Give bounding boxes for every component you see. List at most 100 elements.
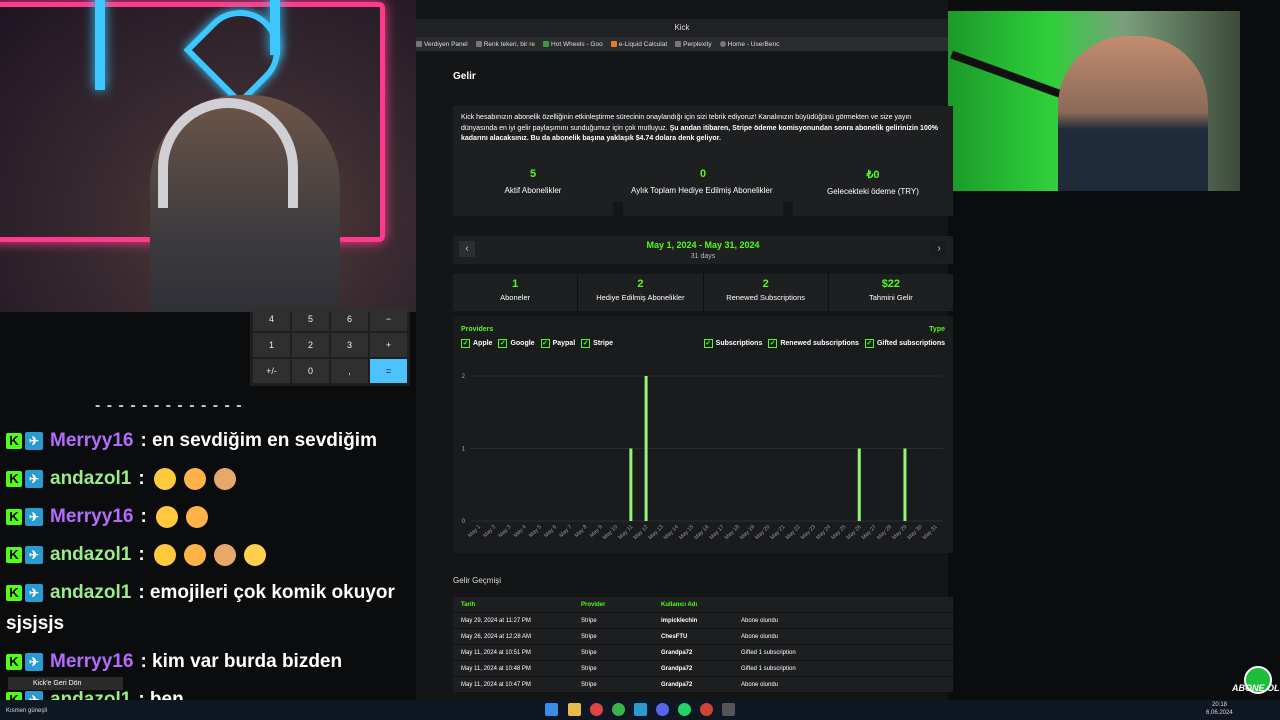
x-tick-label: May 26 (846, 524, 863, 541)
kpi-value: 2 (762, 278, 769, 290)
kpi-renewed: 2 Renewed Subscriptions (704, 274, 829, 311)
mic-arm (950, 50, 1066, 100)
whatsapp-icon[interactable] (678, 703, 691, 716)
bar[interactable] (629, 448, 633, 522)
bookmark[interactable]: e-Liquid Calculat (610, 40, 668, 48)
x-tick-label: May 1 (467, 524, 482, 539)
bookmark[interactable]: Home - UserBenc (719, 41, 779, 48)
prev-month-button[interactable]: ‹ (459, 241, 475, 257)
calculator-widget: 4 5 6− 1 2 3 + +/- 0, = (250, 307, 410, 386)
table-cell: May 11, 2024 at 10:48 PM (461, 665, 531, 672)
kick-badge-icon: K (6, 654, 22, 670)
stat-value: 5 (529, 168, 537, 180)
x-tick-label: May 21 (770, 524, 787, 541)
back-to-kick-tooltip[interactable]: Kick'e Geri Dön (8, 677, 123, 690)
calc-key[interactable]: = (370, 359, 407, 383)
bar[interactable] (857, 448, 861, 522)
bookmark-icon (719, 41, 726, 47)
x-tick-label: May 4 (513, 524, 528, 539)
bookmark[interactable]: Hot Wheels - Goo (543, 41, 603, 48)
x-tick-label: May 8 (574, 524, 589, 539)
watermark-text: ABONE OL (1232, 683, 1280, 693)
calc-key[interactable]: − (370, 307, 407, 331)
kick-badge-icon: K (6, 509, 22, 525)
table-cell: Grandpa72 (661, 681, 693, 688)
table-cell: May 11, 2024 at 10:51 PM (461, 649, 531, 656)
discord-icon[interactable] (656, 703, 669, 716)
chat-text: : en sevdiğim en sevdiğim (140, 430, 377, 451)
table-cell: impicklechin (661, 617, 698, 624)
emoji-icon (153, 544, 176, 566)
file-explorer-icon[interactable] (568, 703, 581, 716)
stat-label: Aylık Toplam Hediye Edilmiş Abonelikler (631, 186, 773, 195)
calc-key[interactable]: 4 (253, 307, 290, 331)
chat-username[interactable]: Merryy16 (50, 651, 133, 673)
chat-text: : emojileri çok komik okuyor (138, 582, 395, 603)
bar[interactable] (644, 376, 648, 521)
weather-text: Kısmen güneşli (6, 708, 48, 714)
calc-key[interactable]: 0 (292, 359, 329, 383)
chat-message: K ✈ Merryy16 : en sevdiğim en sevdiğim (6, 430, 377, 452)
calc-key[interactable]: 3 (331, 333, 368, 357)
streamer-webcam-right (948, 11, 1240, 191)
y-tick-label: 1 (462, 447, 466, 453)
chat-username[interactable]: andazol1 (50, 582, 131, 604)
x-tick-label: May 25 (830, 524, 847, 541)
start-menu-icon[interactable] (545, 703, 558, 716)
emoji-icon (153, 468, 176, 490)
x-tick-label: May 13 (648, 524, 665, 541)
steam-icon[interactable] (634, 703, 647, 716)
bookmark-icon (675, 41, 682, 47)
bookmark[interactable]: Perplexity (675, 41, 712, 48)
bookmark[interactable]: Renk tekeri, bir re (475, 40, 536, 48)
chat-username[interactable]: andazol1 (50, 544, 131, 566)
table-cell: Abone olundu (741, 681, 779, 688)
table-cell: Gifted 1 subscription (741, 665, 796, 672)
kick-badge-icon: K (6, 433, 22, 449)
bookmark[interactable]: Verdiyen Panel (416, 41, 468, 48)
calc-key[interactable]: 1 (253, 333, 290, 357)
bar[interactable] (903, 448, 907, 522)
next-month-button[interactable]: › (931, 241, 947, 257)
stat-card-gifted-subs: 0 Aylık Toplam Hediye Edilmiş Abonelikle… (623, 159, 783, 216)
subscriber-badge-icon: ✈ (25, 432, 43, 450)
subscriber-badge-icon: ✈ (25, 470, 43, 488)
chat-message: K ✈ andazol1 : emojileri çok komik okuyor (6, 582, 395, 604)
browser-window: Kick Verdiyen Panel Renk tekeri, bir re … (416, 0, 953, 700)
x-tick-label: May 27 (861, 524, 878, 541)
table-cell: May 26, 2024 at 12:28 AM (461, 633, 532, 640)
calc-key[interactable]: 5 (292, 307, 329, 331)
emoji-icon (155, 506, 178, 528)
revenue-page: Gelir Kick hesabınızın abonelik özelliği… (453, 51, 953, 700)
app-icon[interactable] (700, 703, 713, 716)
subscriber-badge-icon: ✈ (25, 653, 43, 671)
kick-badge-icon: K (6, 585, 22, 601)
history-table: Tarih Provider Kullanıcı Adı May 29, 2024 a… (453, 597, 953, 693)
kpi-value: $22 (881, 278, 901, 290)
x-tick-label: May 16 (693, 524, 710, 541)
x-tick-label: May 24 (815, 524, 832, 541)
bookmark-label: Renk tekeri, bir re (483, 40, 536, 48)
calc-key[interactable]: 6 (331, 307, 368, 331)
bar-chart: 012May 1 May 2 May 3 May 4 May 5 May 6 May 7 Ma… (462, 374, 943, 541)
chat-dashes: - - - - - - - - - - - - - (95, 397, 243, 414)
y-tick-label: 2 (462, 374, 466, 380)
yandex-icon[interactable] (590, 703, 603, 716)
calculator-taskbar-icon[interactable] (722, 703, 735, 716)
chat-username[interactable]: andazol1 (50, 468, 131, 490)
table-cell: Stripe (581, 649, 597, 656)
bookmark-label: e-Liquid Calculat (618, 40, 668, 48)
table-cell: Stripe (581, 665, 597, 672)
kpi-label: Aboneler (500, 293, 531, 302)
calc-key[interactable]: 2 (292, 333, 329, 357)
bookmark-label: Perplexity (683, 40, 712, 48)
stat-label: Gelecekteki ödeme (TRY) (827, 187, 919, 196)
kpi-value: 2 (637, 278, 644, 290)
calc-key[interactable]: , (331, 359, 368, 383)
calc-key[interactable]: +/- (253, 359, 290, 383)
chrome-icon[interactable] (612, 703, 625, 716)
chat-username[interactable]: Merryy16 (50, 506, 133, 528)
calc-key[interactable]: + (370, 333, 407, 357)
chat-username[interactable]: Merryy16 (50, 430, 133, 452)
page-title: Gelir (453, 71, 476, 82)
